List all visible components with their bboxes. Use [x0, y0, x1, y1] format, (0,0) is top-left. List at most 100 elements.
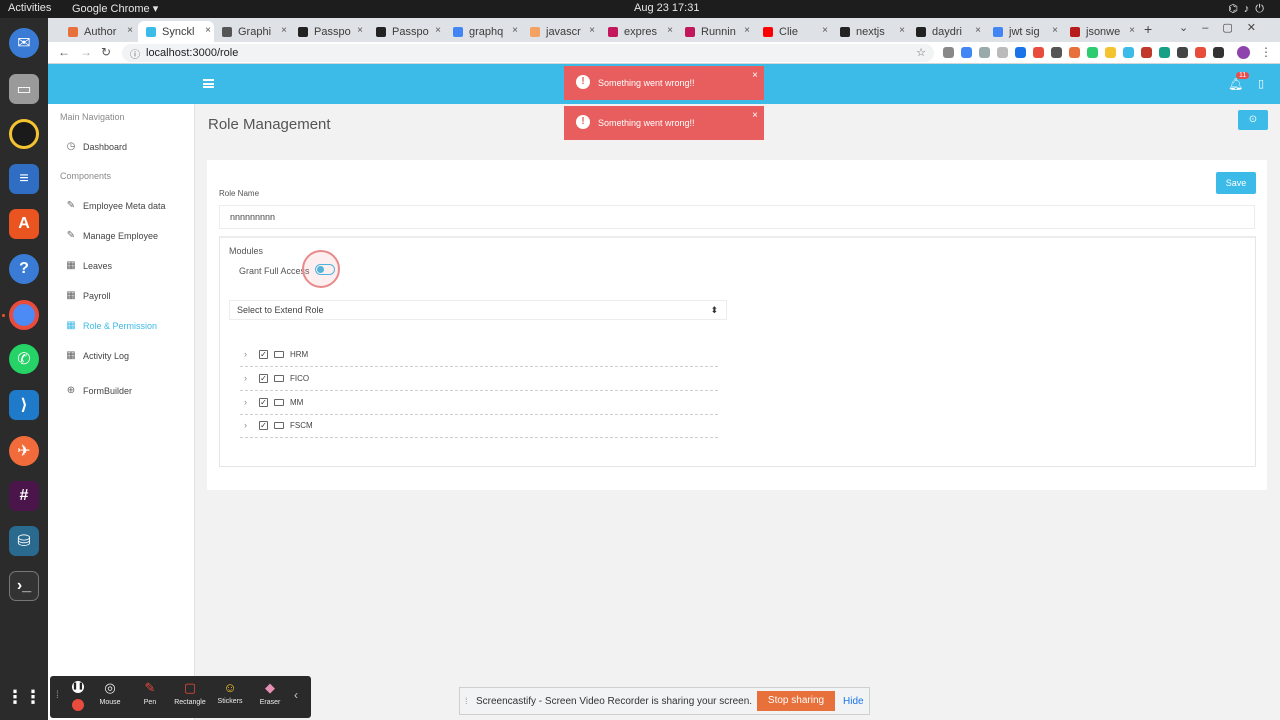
extensions-puzzle-icon[interactable]	[1177, 47, 1188, 58]
sc-tool-eraser[interactable]: ◆ Eraser	[250, 680, 290, 706]
extension-icon[interactable]	[1105, 47, 1116, 58]
chevron-right-icon[interactable]: ›	[244, 373, 247, 383]
sidebar-item-manage-employee[interactable]: ✎ Manage Employee	[65, 230, 158, 241]
tab-close-icon[interactable]: ×	[1052, 25, 1058, 36]
close-icon[interactable]: ×	[752, 110, 758, 121]
browser-tab[interactable]: Clie ×	[755, 21, 831, 42]
tab-close-icon[interactable]: ×	[1129, 25, 1135, 36]
tab-close-icon[interactable]: ×	[589, 25, 595, 36]
save-button[interactable]: Save	[1216, 172, 1256, 194]
forward-button[interactable]: →	[80, 45, 92, 59]
browser-tab[interactable]: nextjs ×	[832, 21, 908, 42]
sidebar-item-formbuilder[interactable]: ⊕ FormBuilder	[65, 385, 132, 396]
drag-handle-icon[interactable]: ⁞	[465, 696, 468, 706]
bell-icon[interactable]: 🔔︎	[1228, 77, 1243, 91]
browser-tab[interactable]: Synckl ×	[138, 21, 214, 42]
extension-icon[interactable]	[1123, 47, 1134, 58]
app-menu[interactable]: Google Chrome ▾	[72, 2, 158, 15]
module-checkbox[interactable]: ✓	[259, 398, 268, 407]
extension-icon[interactable]	[979, 47, 990, 58]
browser-tab[interactable]: graphq ×	[445, 21, 521, 42]
help-icon[interactable]: ?	[9, 254, 39, 284]
extension-icon[interactable]	[1195, 47, 1206, 58]
rhythmbox-icon[interactable]	[9, 119, 39, 149]
extension-icon[interactable]	[997, 47, 1008, 58]
sidebar-item-payroll[interactable]: ▦ Payroll	[65, 290, 110, 301]
sc-tool-mouse[interactable]: ◎ Mouse	[90, 680, 130, 706]
browser-tab[interactable]: Author ×	[60, 21, 136, 42]
stop-record-icon[interactable]	[72, 699, 84, 711]
hamburger-menu-icon[interactable]	[203, 79, 214, 88]
fullscreen-icon[interactable]: ▯	[1258, 77, 1264, 90]
postman-icon[interactable]: ✈	[9, 436, 39, 466]
browser-tab[interactable]: jsonwe ×	[1062, 21, 1138, 42]
extension-icon[interactable]	[1015, 47, 1026, 58]
stop-sharing-button[interactable]: Stop sharing	[757, 691, 835, 711]
browser-tab[interactable]: expres ×	[600, 21, 676, 42]
chevron-right-icon[interactable]: ›	[244, 397, 247, 407]
extension-icon[interactable]	[1033, 47, 1044, 58]
show-apps-icon[interactable]: ⋮⋮	[6, 682, 42, 712]
module-checkbox[interactable]: ✓	[259, 374, 268, 383]
module-row-hrm[interactable]: › ✓ HRM	[240, 343, 718, 367]
role-name-input[interactable]	[219, 205, 1255, 229]
vscode-icon[interactable]: ⟩	[9, 390, 39, 420]
module-checkbox[interactable]: ✓	[259, 350, 268, 359]
browser-tab[interactable]: Passpo ×	[368, 21, 444, 42]
files-icon[interactable]: ▭	[9, 74, 39, 104]
module-row-fico[interactable]: › ✓ FICO	[240, 367, 718, 391]
window-controls[interactable]: ⌄–▢✕	[1179, 21, 1270, 34]
activities-button[interactable]: Activities	[8, 2, 51, 14]
site-info-icon[interactable]: ⓘ	[130, 46, 140, 61]
sidebar-item-leaves[interactable]: ▦ Leaves	[65, 260, 112, 271]
sidebar-item-employee-meta-data[interactable]: ✎ Employee Meta data	[65, 200, 166, 211]
writer-icon[interactable]: ≡	[9, 164, 39, 194]
new-tab-button[interactable]: +	[1144, 21, 1152, 37]
drag-handle-icon[interactable]: ⁞	[56, 690, 59, 701]
tab-close-icon[interactable]: ×	[435, 25, 441, 36]
tab-close-icon[interactable]: ×	[975, 25, 981, 36]
extension-icon[interactable]	[1069, 47, 1080, 58]
chevron-right-icon[interactable]: ›	[244, 420, 247, 430]
reload-button[interactable]: ↻	[101, 45, 111, 59]
sc-tool-rectangle[interactable]: ▢ Rectangle	[170, 680, 210, 706]
bookmark-star-icon[interactable]: ☆	[916, 46, 926, 59]
mysql-workbench-icon[interactable]: ⛁	[9, 526, 39, 556]
back-button[interactable]: ←	[58, 45, 70, 59]
extension-icon[interactable]	[943, 47, 954, 58]
system-tray[interactable]: ⌬♪⏻	[1228, 2, 1270, 16]
sidebar-item-activity-log[interactable]: ▦ Activity Log	[65, 350, 129, 361]
extension-icon[interactable]	[961, 47, 972, 58]
module-checkbox[interactable]: ✓	[259, 421, 268, 430]
chevron-right-icon[interactable]: ›	[244, 349, 247, 359]
browser-menu-icon[interactable]: ⋮	[1260, 45, 1272, 59]
tab-close-icon[interactable]: ×	[205, 25, 211, 36]
clock[interactable]: Aug 23 17:31	[634, 2, 699, 14]
tab-close-icon[interactable]: ×	[667, 25, 673, 36]
close-icon[interactable]: ×	[752, 70, 758, 81]
browser-tab[interactable]: daydri ×	[908, 21, 984, 42]
hide-button[interactable]: Hide	[843, 696, 864, 707]
profile-avatar[interactable]	[1237, 46, 1250, 59]
slack-icon[interactable]: #	[9, 481, 39, 511]
extension-icon[interactable]	[1087, 47, 1098, 58]
browser-tab[interactable]: Passpo ×	[290, 21, 366, 42]
module-row-fscm[interactable]: › ✓ FSCM	[240, 414, 718, 438]
browser-tab[interactable]: Runnin ×	[677, 21, 753, 42]
tab-close-icon[interactable]: ×	[744, 25, 750, 36]
address-bar[interactable]: ⓘ localhost:3000/role ☆	[122, 44, 934, 62]
browser-tab[interactable]: javascr ×	[522, 21, 598, 42]
browser-tab[interactable]: jwt sig ×	[985, 21, 1061, 42]
sc-tool-stickers[interactable]: ☺ Stickers	[210, 680, 250, 705]
extend-role-select[interactable]: Select to Extend Role ⬍	[229, 300, 727, 320]
software-icon[interactable]: A	[9, 209, 39, 239]
tab-close-icon[interactable]: ×	[281, 25, 287, 36]
sidebar-item-dashboard[interactable]: ◷ Dashboard	[65, 141, 127, 152]
terminal-icon[interactable]: ›_	[9, 571, 39, 601]
extension-icon[interactable]	[1213, 47, 1224, 58]
chrome-icon[interactable]	[9, 300, 39, 330]
tab-close-icon[interactable]: ×	[357, 25, 363, 36]
module-row-mm[interactable]: › ✓ MM	[240, 391, 718, 415]
tab-close-icon[interactable]: ×	[822, 25, 828, 36]
sidebar-item-role-permission[interactable]: ▦ Role & Permission	[65, 320, 157, 331]
